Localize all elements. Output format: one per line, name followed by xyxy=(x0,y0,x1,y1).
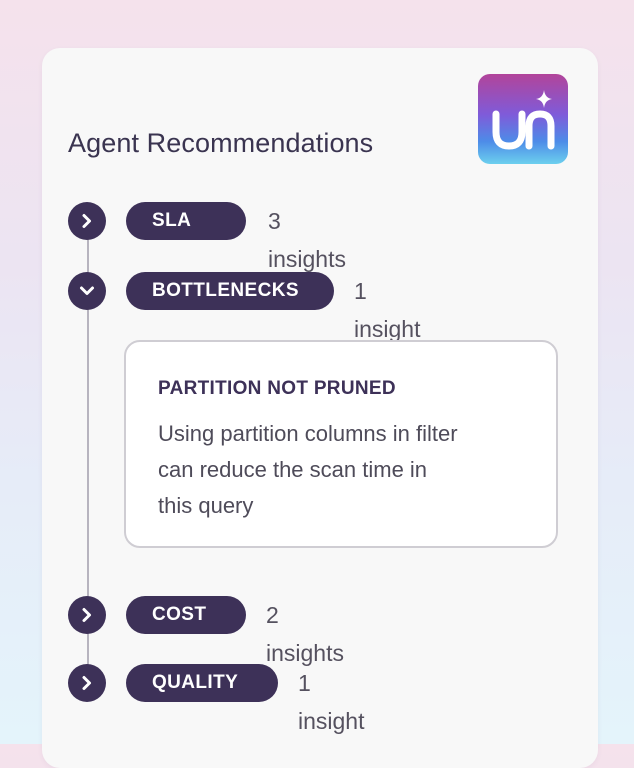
insight-line: can reduce the scan time in xyxy=(158,457,428,482)
un-sparkle-logo-icon xyxy=(478,74,568,164)
insight-card[interactable]: PARTITION NOT PRUNED Using partition col… xyxy=(124,340,558,548)
category-pill-quality[interactable]: QUALITY xyxy=(126,664,278,702)
insight-count-sla: 3 insights xyxy=(268,208,346,272)
chevron-right-icon[interactable] xyxy=(68,202,106,240)
chevron-right-icon[interactable] xyxy=(68,664,106,702)
category-pill-bottlenecks[interactable]: BOTTLENECKS xyxy=(126,272,334,310)
chevron-down-icon[interactable] xyxy=(68,272,106,310)
category-pill-cost[interactable]: COST xyxy=(126,596,246,634)
insight-count-bottlenecks: 1 insight xyxy=(354,278,421,342)
chevron-right-icon[interactable] xyxy=(68,596,106,634)
insight-line: Using partition columns in filter xyxy=(158,421,458,446)
recommendations-card: Agent Recommendations SLA 3 insights BOT… xyxy=(42,48,598,768)
category-pill-sla[interactable]: SLA xyxy=(126,202,246,240)
page-title: Agent Recommendations xyxy=(68,128,374,158)
insight-description: Using partition columns in filter can re… xyxy=(158,416,518,524)
insight-title: PARTITION NOT PRUNED xyxy=(158,378,396,399)
insight-line: this query xyxy=(158,493,254,518)
insight-count-quality: 1 insight xyxy=(298,670,365,734)
insight-count-cost: 2 insights xyxy=(266,602,344,666)
